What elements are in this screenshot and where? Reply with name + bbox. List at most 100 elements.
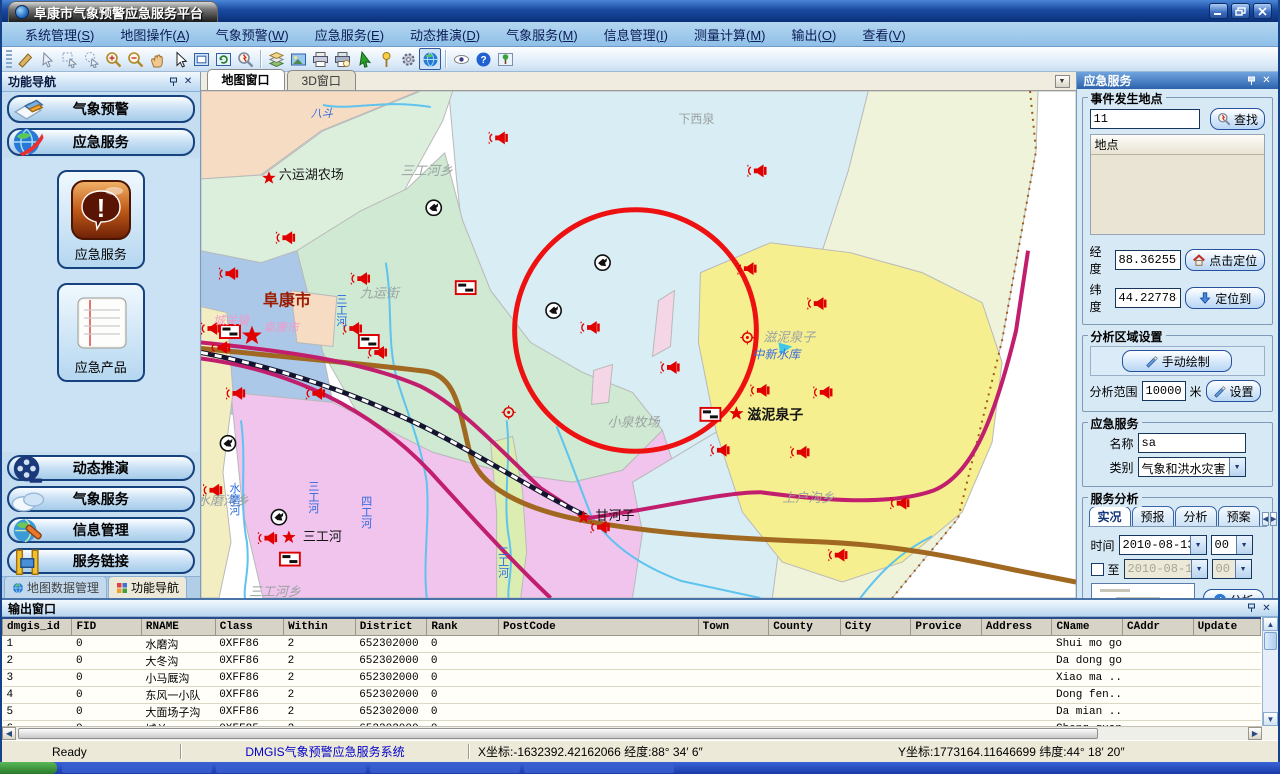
- column-header[interactable]: Update: [1193, 618, 1260, 635]
- menu-item[interactable]: 查看(V): [849, 22, 918, 47]
- title-bar[interactable]: 阜康市气象预警应急服务平台: [2, 0, 1278, 22]
- menu-item[interactable]: 测量计算(M): [681, 22, 779, 47]
- tab-function-navigation[interactable]: 功能导航: [108, 576, 187, 598]
- settings-gear-icon[interactable]: [397, 48, 419, 70]
- restore-button[interactable]: [1231, 3, 1250, 19]
- menu-item[interactable]: 输出(O): [779, 22, 850, 47]
- service-name-field[interactable]: [1138, 433, 1246, 453]
- chevron-down-icon[interactable]: ▼: [1229, 458, 1245, 476]
- close-icon[interactable]: ✕: [1259, 601, 1274, 615]
- sidebar-group-service-links[interactable]: 服务链接: [7, 548, 195, 574]
- sidebar-group-dynamic-simulation[interactable]: 动态推演: [7, 455, 195, 481]
- place-list[interactable]: [1090, 155, 1265, 235]
- close-icon[interactable]: ✕: [181, 75, 196, 89]
- shortcut-emergency-product[interactable]: 应急产品: [57, 283, 145, 382]
- find-button[interactable]: 查找: [1210, 108, 1265, 130]
- menu-item[interactable]: 动态推演(D): [397, 22, 493, 47]
- menu-item[interactable]: 气象服务(M): [493, 22, 591, 47]
- column-header[interactable]: RNAME: [141, 618, 215, 635]
- zoom-out-icon[interactable]: [124, 48, 146, 70]
- date-select[interactable]: 2010-08-13▼: [1119, 535, 1207, 555]
- map-canvas[interactable]: 八斗六运湖农场三工河乡下西泉九运街阜康市城关镇阜康市滋泥泉子中新水库滋泥泉子小泉…: [201, 90, 1076, 598]
- eye-icon[interactable]: [450, 48, 472, 70]
- monitor-camera-icon[interactable]: [546, 303, 561, 318]
- print-preview-icon[interactable]: [331, 48, 353, 70]
- hour-to-select[interactable]: 00▼: [1212, 559, 1252, 579]
- green-pointer-icon[interactable]: [353, 48, 375, 70]
- column-header[interactable]: Provice: [911, 618, 982, 635]
- pointer-icon[interactable]: [168, 48, 190, 70]
- pin-icon[interactable]: [1244, 601, 1259, 615]
- close-icon[interactable]: ✕: [1259, 74, 1274, 88]
- close-button[interactable]: [1253, 3, 1272, 19]
- full-extent-icon[interactable]: [190, 48, 212, 70]
- tab-live[interactable]: 实况: [1089, 506, 1131, 526]
- manual-draw-button[interactable]: 手动绘制: [1122, 350, 1232, 372]
- menu-item[interactable]: 地图操作(A): [107, 22, 202, 47]
- table-row[interactable]: 20大冬沟0XFF8626523020000Da dong gou: [3, 652, 1261, 669]
- column-header[interactable]: Town: [698, 618, 769, 635]
- monitor-camera-icon[interactable]: [220, 436, 235, 451]
- event-search-input[interactable]: [1090, 109, 1200, 129]
- toolbar-grip[interactable]: [6, 50, 12, 68]
- tab-analysis[interactable]: 分析: [1175, 506, 1217, 526]
- flag-marker-icon[interactable]: [455, 281, 475, 294]
- print-icon[interactable]: [309, 48, 331, 70]
- pan-icon[interactable]: [146, 48, 168, 70]
- scene-image-icon[interactable]: [494, 48, 516, 70]
- column-header[interactable]: Address: [981, 618, 1052, 635]
- service-type-select[interactable]: 气象和洪水灾害 ▼: [1138, 457, 1246, 477]
- monitor-camera-icon[interactable]: [594, 255, 609, 270]
- column-header[interactable]: CName: [1052, 618, 1123, 635]
- output-vertical-scrollbar[interactable]: ▲ ▼: [1262, 617, 1278, 726]
- shortcut-emergency-service[interactable]: ! 应急服务: [57, 170, 145, 269]
- flag-marker-icon[interactable]: [358, 335, 378, 348]
- locate-to-button[interactable]: 定位到: [1185, 287, 1265, 309]
- column-header[interactable]: CAddr: [1123, 618, 1194, 635]
- column-header[interactable]: County: [769, 618, 841, 635]
- sidebar-group-weather-service[interactable]: 气象服务: [7, 486, 195, 512]
- table-row[interactable]: 50大面场子沟0XFF8626523020000Da mian ...: [3, 703, 1261, 720]
- monitor-camera-icon[interactable]: [271, 510, 286, 525]
- taskbar-strip[interactable]: [0, 762, 1280, 774]
- tab-map-window[interactable]: 地图窗口: [207, 69, 285, 90]
- pin-icon[interactable]: [166, 75, 181, 89]
- column-header[interactable]: dmgis_id: [3, 618, 72, 635]
- tab-3d-window[interactable]: 3D窗口: [287, 70, 356, 90]
- tab-forecast[interactable]: 预报: [1132, 506, 1174, 526]
- set-range-button[interactable]: 设置: [1206, 380, 1261, 402]
- tab-scroll-left-icon[interactable]: ◀: [1262, 512, 1269, 526]
- place-list-header[interactable]: 地点: [1090, 134, 1265, 155]
- hour-select[interactable]: 00▼: [1211, 535, 1253, 555]
- date-to-select[interactable]: 2010-08-13▼: [1124, 559, 1208, 579]
- table-row[interactable]: 10水磨沟0XFF8626523020000Shui mo gou: [3, 635, 1261, 652]
- column-header[interactable]: FID: [72, 618, 141, 635]
- output-horizontal-scrollbar[interactable]: ◀ ▶: [2, 726, 1262, 740]
- column-header[interactable]: Within: [284, 618, 356, 635]
- minimize-button[interactable]: [1209, 3, 1228, 19]
- column-header[interactable]: District: [355, 618, 427, 635]
- flag-marker-icon[interactable]: [700, 408, 720, 421]
- tab-plan[interactable]: 预案: [1218, 506, 1260, 526]
- pin-icon[interactable]: [1244, 74, 1259, 88]
- flag-marker-icon[interactable]: [279, 553, 299, 566]
- longitude-field[interactable]: [1115, 250, 1181, 270]
- column-header[interactable]: Rank: [427, 618, 499, 635]
- table-row[interactable]: 40东风一小队0XFF8626523020000Dong fen...: [3, 686, 1261, 703]
- sidebar-group-weather-warning[interactable]: 气象预警: [7, 95, 195, 123]
- pushpin-icon[interactable]: [375, 48, 397, 70]
- zoom-query-icon[interactable]: [234, 48, 256, 70]
- latitude-field[interactable]: [1115, 288, 1181, 308]
- menu-item[interactable]: 信息管理(I): [591, 22, 681, 47]
- scrollbar-thumb[interactable]: [18, 728, 1098, 739]
- monitor-camera-icon[interactable]: [426, 200, 441, 215]
- click-locate-button[interactable]: 点击定位: [1185, 249, 1265, 271]
- refresh-icon[interactable]: [212, 48, 234, 70]
- analyze-button[interactable]: i 分析: [1203, 589, 1264, 598]
- sidebar-group-info-management[interactable]: 信息管理: [7, 517, 195, 543]
- tab-scroll-right-icon[interactable]: ▶: [1270, 512, 1277, 526]
- column-header[interactable]: PostCode: [498, 618, 698, 635]
- measure-icon[interactable]: [14, 48, 36, 70]
- sidebar-group-emergency-service[interactable]: 应急服务: [7, 128, 195, 156]
- export-image-icon[interactable]: [287, 48, 309, 70]
